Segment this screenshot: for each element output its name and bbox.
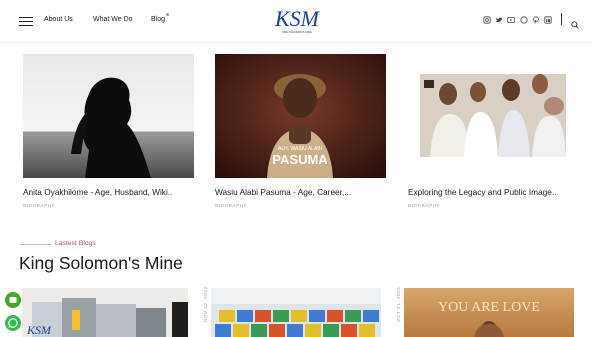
section-subtitle: Lastest Blogs (55, 240, 96, 247)
twitter-icon[interactable] (494, 15, 503, 24)
section-subtitle-line (20, 244, 51, 245)
post-card-image-anita[interactable] (23, 54, 194, 178)
blog-card-image-3[interactable]: YOU ARE LOVE (404, 288, 574, 337)
logo-text: KSM (274, 7, 321, 31)
hamburger-menu-icon[interactable] (19, 17, 33, 26)
post-card-image-pasuma[interactable]: ALH. WASIU ALABI PASUMA (215, 54, 386, 178)
site-header: About Us What We Do Blog KSM KING SOLOMO… (0, 0, 592, 43)
nav-blog[interactable]: Blog (151, 16, 165, 23)
poster-name-text: PASUMA (272, 152, 328, 167)
nav-about-us[interactable]: About Us (44, 16, 73, 23)
blog-card-image-1[interactable]: KSM (22, 288, 188, 337)
post-title-legacy[interactable]: Exploring the Legacy and Public Image.. (408, 187, 557, 197)
blog-date-1: NOV 12, 2022 (203, 286, 208, 322)
blog-card-image-2[interactable] (211, 288, 381, 337)
whatsapp-icon (8, 318, 18, 328)
post-title-pasuma[interactable]: Wasiu Alabi Pasuma - Age, Career,... (215, 187, 351, 197)
whatsapp-chat-button[interactable] (5, 315, 21, 331)
youtube-icon[interactable] (506, 15, 515, 24)
nav-what-we-do[interactable]: What We Do (93, 16, 133, 23)
love-text: YOU ARE LOVE (438, 300, 540, 315)
post-card-image-legacy[interactable] (408, 54, 579, 178)
section-title: King Solomon's Mine (19, 253, 183, 273)
header-divider (0, 42, 592, 43)
blog-date-2: OCT 21, 2025 (396, 286, 401, 322)
site-logo[interactable]: KSM KING SOLOMON'S MINE (272, 6, 322, 35)
blog-dropdown-indicator-icon (166, 13, 169, 16)
logo-subtext: KING SOLOMON'S MINE (282, 30, 312, 34)
post-category-legacy[interactable]: BIOGRAPHY (408, 203, 440, 208)
post-title-anita[interactable]: Anita Oyakhilome - Age, Husband, Wiki.. (23, 187, 172, 197)
linkedin-icon[interactable] (543, 15, 552, 24)
instagram-icon[interactable] (482, 15, 491, 24)
whatsapp-icon[interactable] (519, 15, 528, 24)
watermark-logo-text: KSM (26, 323, 52, 337)
pinterest-icon[interactable] (531, 15, 540, 24)
post-category-pasuma[interactable]: BIOGRAPHY (215, 203, 247, 208)
chat-widget-button[interactable] (5, 292, 21, 308)
header-separator (561, 13, 562, 25)
post-category-anita[interactable]: BIOGRAPHY (23, 203, 55, 208)
search-icon[interactable] (571, 16, 579, 29)
